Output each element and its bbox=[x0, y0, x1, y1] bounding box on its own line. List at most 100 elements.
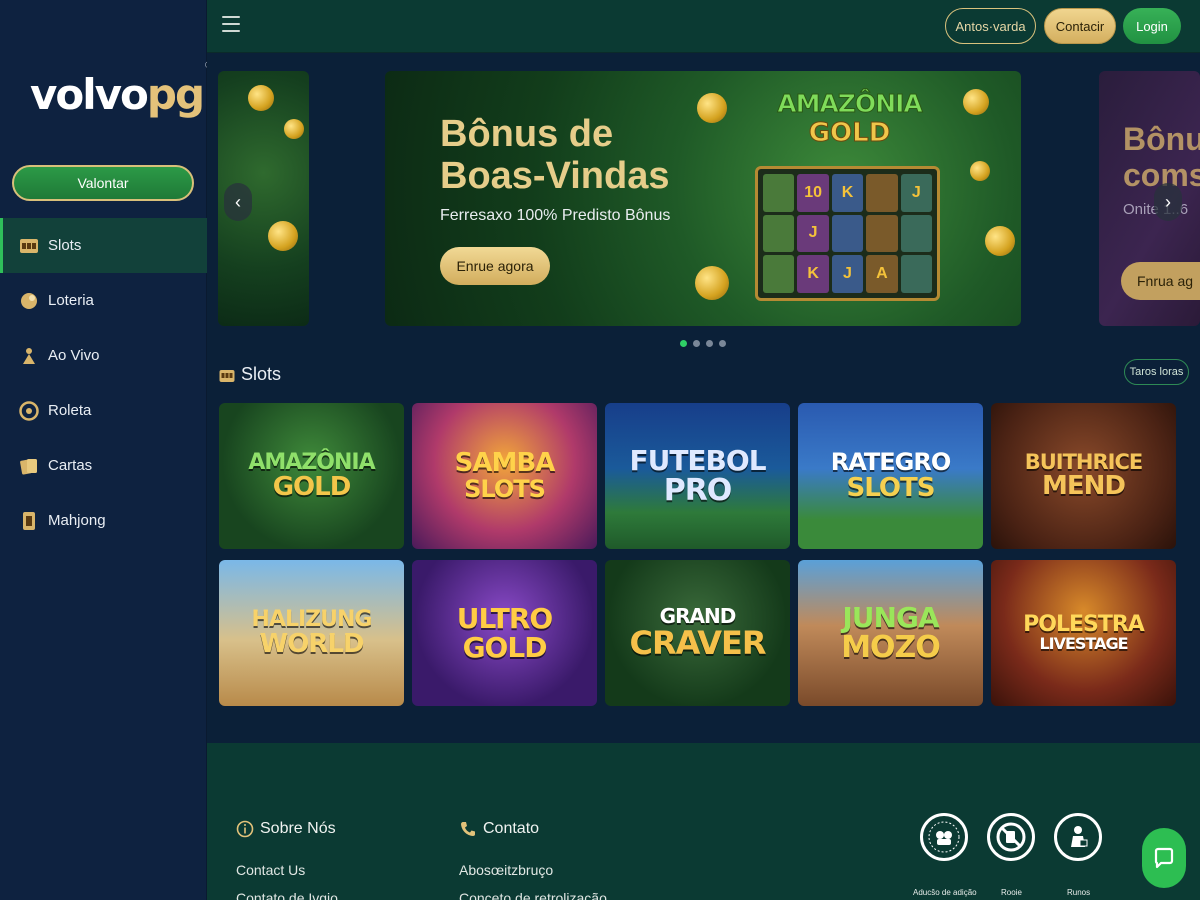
footer-link-about-2[interactable]: Contato de Ivgio bbox=[236, 890, 338, 900]
chevron-right-icon[interactable]: › bbox=[1154, 183, 1182, 221]
cards-icon bbox=[18, 455, 40, 477]
game-title-line1: RATEGRO bbox=[830, 447, 952, 476]
next-slide-title: Bônu coms bbox=[1123, 121, 1200, 193]
next-slide[interactable]: Bônu coms Onite 1..6 Fnrua ag bbox=[1099, 71, 1200, 326]
reel-symbol: K bbox=[831, 174, 864, 212]
footer-contact-title: Contato bbox=[459, 820, 539, 838]
sidebar-item-slots[interactable]: Slots bbox=[0, 218, 207, 273]
see-all-button[interactable]: Taros loras bbox=[1124, 359, 1189, 385]
footer-about-label: Sobre Nós bbox=[260, 820, 336, 837]
no-minors-icon[interactable] bbox=[987, 813, 1035, 861]
sidebar-item-label: Mahjong bbox=[48, 512, 106, 529]
slide-title: Bônus de Boas-Vindas bbox=[440, 113, 669, 197]
sidebar-item-ao-vivo[interactable]: Ao Vivo bbox=[0, 328, 207, 383]
game-tile[interactable]: AMAZÔNIA GOLD bbox=[219, 403, 404, 549]
slide-title-line1: Bônus de bbox=[440, 113, 614, 155]
next-slide-button[interactable]: Fnrua ag bbox=[1121, 262, 1200, 300]
reel-symbol bbox=[900, 255, 932, 293]
main-slide[interactable]: Bônus de Boas-Vindas Ferresaxo 100% Pred… bbox=[385, 71, 1021, 326]
signup-button[interactable]: Valontar bbox=[12, 165, 194, 201]
chevron-left-icon[interactable]: ‹ bbox=[224, 183, 252, 221]
game-tile[interactable]: GRAND CRAVER bbox=[605, 560, 790, 706]
slot-machine-icon bbox=[18, 235, 40, 257]
footer: Sobre Nós Contact Us Contato de Ivgio Co… bbox=[207, 743, 1200, 900]
brand-name-part1: volvo bbox=[30, 70, 149, 119]
game-title-line1: BUITHRICE bbox=[1024, 450, 1144, 475]
carousel-dot[interactable] bbox=[719, 340, 726, 347]
reel-symbol bbox=[831, 214, 864, 253]
carousel-dot[interactable] bbox=[680, 340, 687, 347]
slots-section: Slots Taros loras AMAZÔNIA GOLD SAMBA SLOTS… bbox=[207, 359, 1200, 743]
footer-about-title: Sobre Nós bbox=[236, 820, 336, 838]
game-tile[interactable]: POLESTRA LIVESTAGE bbox=[991, 560, 1176, 706]
slots-heading: Slots bbox=[219, 363, 281, 385]
game-tile[interactable]: BUITHRICE MEND bbox=[991, 403, 1176, 549]
lottery-ball-icon bbox=[18, 290, 40, 312]
sidebar-item-roleta[interactable]: Roleta bbox=[0, 383, 207, 438]
roulette-icon bbox=[18, 400, 40, 422]
game-title-line2: CRAVER bbox=[629, 623, 767, 662]
mahjong-tile-icon bbox=[18, 510, 40, 532]
enroll-button[interactable]: Enrue agora bbox=[440, 247, 550, 285]
game-tile[interactable]: RATEGRO SLOTS bbox=[798, 403, 983, 549]
game-title-line1: JUNGA bbox=[842, 600, 939, 634]
carousel-dot[interactable] bbox=[706, 340, 713, 347]
sidebar-nav: Slots Loteria Ao Vivo Roleta Cartas Mahj… bbox=[0, 218, 207, 548]
reel-symbol: J bbox=[900, 174, 932, 212]
chat-bubble-icon[interactable] bbox=[1142, 828, 1186, 888]
responsible-gaming-seal-icon[interactable] bbox=[920, 813, 968, 861]
game-title-line2: PRO bbox=[663, 472, 733, 508]
art-line1: AMAZÔNIA bbox=[777, 89, 924, 119]
slide-subtitle: Ferresaxo 100% Predisto Bônus bbox=[440, 207, 671, 224]
contact-button[interactable]: Contacir bbox=[1044, 8, 1116, 44]
badge-label-3: Runos bbox=[1067, 888, 1091, 897]
game-title-line2: SLOTS bbox=[464, 475, 546, 504]
game-title-line1: AMAZÔNIA bbox=[248, 449, 375, 475]
sidebar-item-label: Cartas bbox=[48, 457, 93, 474]
brand-logo[interactable]: volvopg® bbox=[30, 61, 213, 119]
phone-icon bbox=[459, 820, 477, 838]
footer-link-contact-2[interactable]: Conceto de retrolização bbox=[459, 890, 607, 900]
header-outline-button[interactable]: Antos·varda bbox=[945, 8, 1036, 44]
sidebar-item-label: Slots bbox=[48, 237, 82, 254]
info-icon bbox=[236, 820, 254, 838]
sidebar-item-mahjong[interactable]: Mahjong bbox=[0, 493, 207, 548]
next-slide-title-line1: Bônu bbox=[1123, 121, 1200, 157]
game-title-line1: SAMBA bbox=[454, 447, 556, 478]
slot-machine-icon bbox=[219, 367, 235, 382]
carousel-dot[interactable] bbox=[693, 340, 700, 347]
game-title-line2: GOLD bbox=[462, 631, 548, 664]
live-dealer-icon bbox=[18, 345, 40, 367]
reel-symbol bbox=[763, 174, 795, 212]
game-title-line1: ULTRO bbox=[456, 601, 553, 635]
game-tile[interactable]: FUTEBOL PRO bbox=[605, 403, 790, 549]
game-title-line2: WORLD bbox=[259, 628, 365, 659]
reel-symbol bbox=[900, 214, 932, 253]
reel-symbol: K bbox=[797, 255, 829, 293]
hamburger-icon[interactable] bbox=[222, 16, 240, 34]
self-exclusion-icon[interactable] bbox=[1054, 813, 1102, 861]
game-tile[interactable]: ULTRO GOLD bbox=[412, 560, 597, 706]
footer-link-contact-1[interactable]: Abosœitzbruço bbox=[459, 862, 553, 878]
game-title-line1: FUTEBOL bbox=[629, 443, 766, 477]
game-tile[interactable]: SAMBA SLOTS bbox=[412, 403, 597, 549]
slot-reels: 10 K J J K J A bbox=[755, 166, 940, 301]
game-tile[interactable]: JUNGA MOZO bbox=[798, 560, 983, 706]
reel-symbol: 10 bbox=[797, 174, 829, 212]
art-line2: GOLD bbox=[808, 118, 891, 149]
reel-symbol bbox=[763, 255, 795, 293]
game-tile[interactable]: HALIZUNG WORLD bbox=[219, 560, 404, 706]
game-title-line1: HALIZUNG bbox=[251, 606, 373, 632]
footer-contact-label: Contato bbox=[483, 820, 540, 837]
slide-title-line2: Boas-Vindas bbox=[440, 155, 670, 197]
login-button[interactable]: Login bbox=[1123, 8, 1181, 44]
slots-title: Slots bbox=[241, 363, 282, 384]
sidebar-item-loteria[interactable]: Loteria bbox=[0, 273, 207, 328]
carousel-dots bbox=[680, 340, 726, 347]
reel-symbol: J bbox=[797, 214, 829, 253]
reel-symbol: J bbox=[831, 255, 864, 293]
sidebar-item-cartas[interactable]: Cartas bbox=[0, 438, 207, 493]
footer-link-contact-us[interactable]: Contact Us bbox=[236, 862, 305, 878]
game-title-line1: POLESTRA bbox=[1023, 612, 1145, 638]
sidebar-item-label: Loteria bbox=[48, 292, 94, 309]
